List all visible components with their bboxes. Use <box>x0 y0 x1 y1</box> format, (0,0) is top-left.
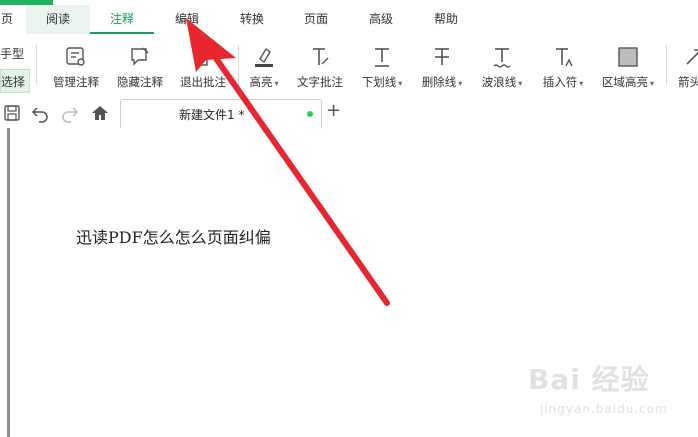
hand-tool-label[interactable]: 手型 <box>0 45 24 62</box>
highlight-icon <box>255 47 273 67</box>
document-tab-title: 新建文件1 * <box>179 108 245 122</box>
text-annotation-button[interactable]: 文字批注 <box>292 35 348 97</box>
exit-annotation-icon <box>196 48 211 66</box>
tab-annotate[interactable]: 注释 <box>90 5 154 34</box>
document-tab-bar: 新建文件1 * + <box>0 97 698 129</box>
unsaved-indicator <box>307 111 313 117</box>
undo-button[interactable] <box>30 103 50 123</box>
hide-annotations-button[interactable]: 隐藏注释 <box>112 35 168 97</box>
document-tab[interactable]: 新建文件1 * <box>120 99 322 128</box>
caret-insert-button[interactable]: 插入符 ▾ <box>536 35 590 97</box>
ribbon-toolbar: 手型 选择 管理注释 隐藏注释 退出批注 高亮 ▾ 文字批注 下划线 ▾ 删除线… <box>0 35 698 97</box>
ribbon-separator <box>238 45 239 85</box>
new-tab-button[interactable]: + <box>326 100 341 121</box>
ribbon-separator <box>666 45 667 85</box>
tab-help[interactable]: 帮助 <box>414 5 478 34</box>
caret-insert-icon <box>556 48 573 67</box>
wavy-line-label: 波浪线 ▾ <box>481 75 523 89</box>
arrow-tool-button[interactable]: 箭头 <box>674 35 698 97</box>
tab-advanced[interactable]: 高级 <box>349 5 413 34</box>
home-icon <box>92 106 108 120</box>
strikethrough-label: 删除线 ▾ <box>421 75 463 89</box>
text-annotation-label: 文字批注 <box>297 75 343 89</box>
wavy-line-button[interactable]: 波浪线 ▾ <box>476 35 528 97</box>
tab-edit[interactable]: 编辑 <box>155 5 219 34</box>
document-text[interactable]: 迅读PDF怎么怎么页面纠偏 <box>76 224 271 248</box>
watermark-logo-text: Bai 经验 <box>528 363 650 396</box>
wavy-line-icon <box>493 48 511 68</box>
baidu-jingyan-watermark: Bai 经验 jingyan.baidu.com <box>528 358 688 428</box>
tab-page[interactable]: 页面 <box>284 5 348 34</box>
tab-convert[interactable]: 转换 <box>220 5 284 34</box>
highlight-label: 高亮 ▾ <box>249 75 279 89</box>
area-highlight-icon <box>618 47 638 67</box>
arrow-tool-label: 箭头 <box>678 75 698 89</box>
tab-home-partial[interactable]: 页 <box>0 5 14 34</box>
home-button[interactable] <box>90 103 110 123</box>
manage-annotations-icon <box>66 47 85 66</box>
ribbon-separator <box>36 45 37 85</box>
save-icon <box>4 105 20 121</box>
arrow-icon <box>686 49 698 65</box>
highlight-button[interactable]: 高亮 ▾ <box>244 35 284 97</box>
active-tab-indicator <box>90 32 154 34</box>
exit-annotation-label: 退出批注 <box>180 75 226 89</box>
manage-annotations-button[interactable]: 管理注释 <box>48 35 104 97</box>
redo-button[interactable] <box>60 103 80 123</box>
manage-annotations-label: 管理注释 <box>53 75 99 89</box>
underline-button[interactable]: 下划线 ▾ <box>357 35 407 97</box>
exit-annotation-button[interactable]: 退出批注 <box>175 35 231 97</box>
menu-bar: 页 阅读 注释 编辑 转换 页面 高级 帮助 <box>0 5 698 35</box>
watermark-url: jingyan.baidu.com <box>540 402 668 416</box>
select-tool-label: 选择 <box>1 75 26 89</box>
underline-label: 下划线 ▾ <box>361 75 403 89</box>
strikethrough-button[interactable]: 删除线 ▾ <box>416 35 468 97</box>
text-annotation-icon <box>313 48 329 65</box>
area-highlight-button[interactable]: 区域高亮 ▾ <box>598 35 658 97</box>
page-left-edge <box>7 128 10 437</box>
underline-icon <box>375 48 389 67</box>
hide-annotations-icon <box>131 47 149 66</box>
area-highlight-label: 区域高亮 ▾ <box>601 75 654 89</box>
redo-icon <box>62 107 79 123</box>
undo-icon <box>31 107 48 123</box>
select-tool-button[interactable]: 选择 <box>0 69 30 93</box>
tab-read[interactable]: 阅读 <box>26 5 90 34</box>
save-button[interactable] <box>2 103 22 123</box>
strikethrough-icon <box>435 48 449 65</box>
caret-insert-label: 插入符 ▾ <box>542 75 584 89</box>
hide-annotations-label: 隐藏注释 <box>117 75 163 89</box>
